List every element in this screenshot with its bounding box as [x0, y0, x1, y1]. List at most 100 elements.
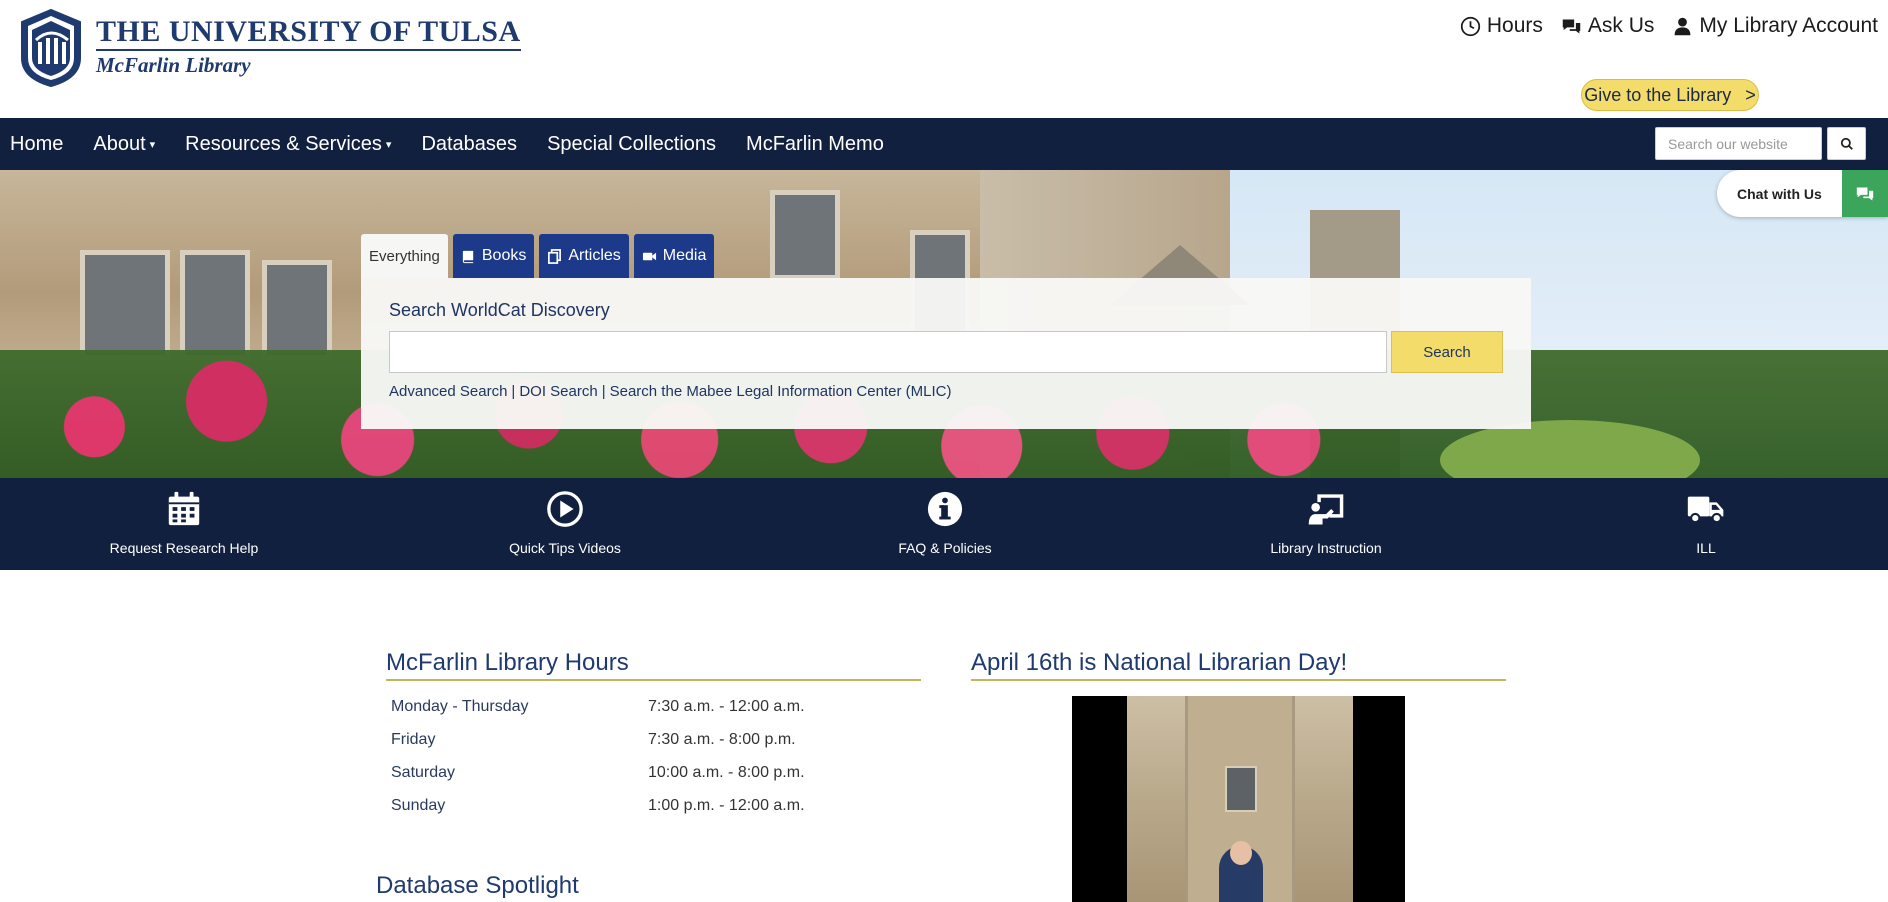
hero-window — [262, 260, 332, 360]
nav-home[interactable]: Home — [0, 133, 73, 156]
university-name: THE UNIVERSITY OF TULSA — [96, 16, 521, 51]
hours-link-label: Hours — [1486, 14, 1543, 37]
site-search — [1655, 127, 1866, 160]
nav-databases[interactable]: Databases — [411, 133, 527, 156]
tab-books-label: Books — [481, 247, 527, 264]
nav-special-collections-label: Special Collections — [547, 132, 717, 155]
worldcat-search-button[interactable]: Search — [1391, 331, 1503, 373]
chalkboard-teacher-icon — [1308, 494, 1344, 525]
tab-books[interactable]: Books — [452, 234, 535, 278]
chat-label: Chat with Us — [1737, 185, 1822, 202]
video-window — [1225, 766, 1257, 812]
video-frame — [1127, 696, 1353, 902]
hours-time: 7:30 a.m. - 8:00 p.m. — [648, 731, 796, 748]
news-title[interactable]: April 16th is National Librarian Day! — [971, 649, 1347, 677]
truck-icon — [1687, 496, 1724, 524]
hours-title-rule — [386, 679, 921, 681]
hours-title: McFarlin Library Hours — [386, 649, 629, 676]
nav-mcfarlin-memo[interactable]: McFarlin Memo — [736, 133, 894, 156]
university-shield-icon — [21, 8, 81, 88]
tab-media[interactable]: Media — [633, 234, 715, 278]
hours-day: Saturday — [391, 764, 456, 781]
quick-link-label: Library Instruction — [1270, 540, 1382, 556]
quick-link-tips-videos[interactable]: Quick Tips Videos — [435, 490, 695, 556]
hours-row: Monday - Thursday 7:30 a.m. - 12:00 a.m. — [391, 698, 805, 716]
hours-day: Friday — [391, 731, 436, 748]
search-panel-title: Search WorldCat Discovery — [389, 300, 610, 320]
advanced-search-link[interactable]: Advanced Search — [389, 383, 507, 400]
quick-link-ill[interactable]: ILL — [1576, 490, 1836, 556]
quick-link-label: ILL — [1696, 540, 1716, 556]
ask-us-link[interactable]: Ask Us — [1561, 14, 1655, 38]
hours-time: 10:00 a.m. - 8:00 p.m. — [648, 764, 805, 781]
quick-link-faq-policies[interactable]: FAQ & Policies — [815, 490, 1075, 556]
quick-link-research-help[interactable]: Request Research Help — [54, 490, 314, 556]
tab-everything[interactable]: Everything — [361, 234, 448, 278]
utility-links: Hours Ask Us My Library Account — [1460, 14, 1878, 38]
quick-link-library-instruction[interactable]: Library Instruction — [1196, 490, 1456, 556]
link-separator: | — [511, 383, 516, 400]
hours-link[interactable]: Hours — [1460, 14, 1543, 38]
quick-links-bar: Request Research Help Quick Tips Videos … — [0, 478, 1888, 570]
library-account-link[interactable]: My Library Account — [1672, 14, 1878, 38]
hours-row: Friday 7:30 a.m. - 8:00 p.m. — [391, 731, 796, 749]
chat-icon — [1842, 170, 1888, 217]
give-button-label: Give to the Library — [1584, 84, 1732, 105]
quick-link-label: Request Research Help — [109, 540, 259, 556]
chat-with-us-tab[interactable]: Chat with Us — [1717, 170, 1888, 217]
play-circle-icon — [547, 491, 583, 527]
news-title-rule — [971, 679, 1506, 681]
ask-us-link-label: Ask Us — [1587, 14, 1655, 37]
hours-time: 7:30 a.m. - 12:00 a.m. — [648, 698, 805, 715]
chat-bubbles-icon — [1562, 19, 1581, 33]
info-circle-icon — [927, 491, 963, 527]
nav-mcfarlin-memo-label: McFarlin Memo — [746, 132, 884, 155]
caret-down-icon: ▾ — [149, 138, 156, 151]
tab-media-label: Media — [662, 247, 707, 264]
nav-resources-services[interactable]: Resources & Services ▾ — [175, 133, 401, 156]
search-icon — [1840, 137, 1853, 150]
nav-resources-label: Resources & Services — [185, 132, 382, 155]
link-separator: | — [601, 383, 606, 400]
book-icon — [462, 250, 474, 263]
hero-window — [770, 190, 840, 280]
site-search-input[interactable] — [1655, 127, 1822, 160]
tab-articles[interactable]: Articles — [539, 234, 629, 278]
give-to-library-button[interactable]: Give to the Library > — [1581, 79, 1759, 111]
librarian-day-video[interactable] — [1072, 696, 1405, 902]
hours-day: Monday - Thursday — [391, 698, 529, 715]
mlic-search-link[interactable]: Search the Mabee Legal Information Cente… — [610, 383, 952, 400]
hours-row: Saturday 10:00 a.m. - 8:00 p.m. — [391, 764, 805, 782]
quick-link-label: Quick Tips Videos — [509, 540, 621, 556]
nav-about-label: About — [93, 132, 146, 155]
nav-databases-label: Databases — [421, 132, 518, 155]
worldcat-search-panel: Search WorldCat Discovery Search Advance… — [361, 278, 1531, 429]
search-tabs: Everything Books Articles Media — [361, 234, 715, 278]
hero-window — [80, 250, 170, 360]
user-icon — [1675, 17, 1691, 35]
hours-day: Sunday — [391, 797, 446, 814]
nav-about[interactable]: About ▾ — [83, 133, 165, 156]
video-camera-icon — [642, 252, 656, 260]
site-header: THE UNIVERSITY OF TULSA McFarlin Library… — [0, 0, 1888, 118]
nav-special-collections[interactable]: Special Collections — [537, 133, 726, 156]
chevron-right-icon: > — [1745, 84, 1756, 105]
tab-articles-label: Articles — [568, 247, 621, 264]
caret-down-icon: ▾ — [385, 138, 392, 151]
calendar-icon — [168, 491, 200, 526]
worldcat-search-input[interactable] — [389, 331, 1387, 373]
search-panel-links: Advanced Search | DOI Search | Search the Ma… — [389, 383, 951, 400]
hero-window — [180, 250, 250, 360]
video-person-head — [1230, 841, 1252, 865]
copy-icon — [548, 248, 562, 264]
nav-home-label: Home — [10, 132, 64, 155]
tab-everything-label: Everything — [369, 247, 440, 265]
hours-time: 1:00 p.m. - 12:00 a.m. — [648, 797, 805, 814]
clock-icon — [1460, 16, 1480, 36]
quick-link-label: FAQ & Policies — [898, 540, 992, 556]
hours-row: Sunday 1:00 p.m. - 12:00 a.m. — [391, 797, 805, 815]
doi-search-link[interactable]: DOI Search — [519, 383, 597, 400]
site-search-button[interactable] — [1827, 127, 1866, 160]
database-spotlight-title: Database Spotlight — [376, 872, 579, 899]
university-logo[interactable]: THE UNIVERSITY OF TULSA McFarlin Library — [18, 8, 521, 88]
